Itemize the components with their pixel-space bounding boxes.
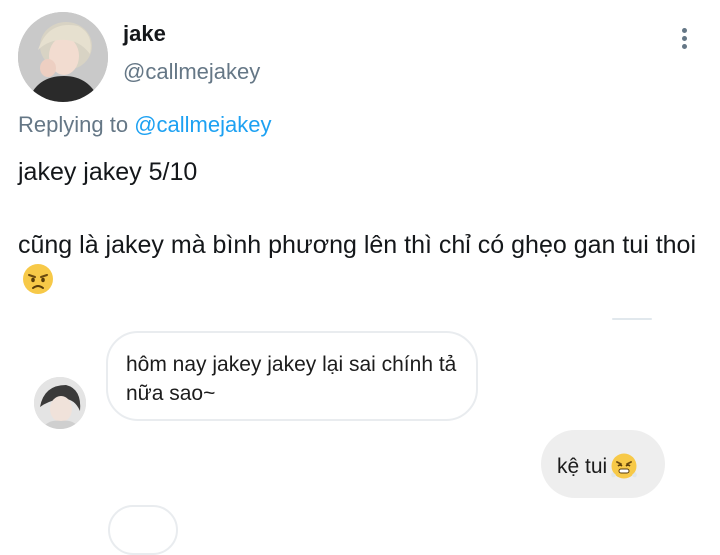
chat-avatar[interactable] xyxy=(34,377,86,429)
profile-avatar-image xyxy=(18,12,108,102)
annoyed-face-emoji-icon xyxy=(23,264,53,294)
outgoing-message-text: kệ tui xyxy=(557,455,608,478)
more-vertical-icon[interactable] xyxy=(672,28,696,58)
outgoing-message: kệ tui xyxy=(557,452,638,480)
tweet-text: jakey jakey 5/10 cũng là jakey mà bình p… xyxy=(18,155,708,299)
next-message-bubble[interactable] xyxy=(108,505,178,555)
profile-avatar[interactable] xyxy=(18,12,108,102)
divider xyxy=(612,318,652,320)
tweet-line-2: cũng là jakey mà bình phương lên thì chỉ… xyxy=(18,228,708,299)
user-handle[interactable]: @callmejakey xyxy=(123,59,260,85)
tweet-line-2-text: cũng là jakey mà bình phương lên thì chỉ… xyxy=(18,231,697,259)
reply-target-link[interactable]: @callmejakey xyxy=(134,112,271,137)
replying-to: Replying to @callmejakey xyxy=(18,112,271,138)
chat-avatar-image xyxy=(34,377,86,429)
display-name[interactable]: jake xyxy=(123,21,166,47)
replying-to-label: Replying to xyxy=(18,112,135,137)
tweet-line-1: jakey jakey 5/10 xyxy=(18,158,198,186)
outgoing-message-bubble[interactable]: kệ tui xyxy=(541,430,665,498)
face-with-steam-emoji-icon xyxy=(611,453,638,479)
incoming-message-text: hôm nay jakey jakey lại sai chính tả nữa… xyxy=(126,353,457,405)
incoming-message-bubble[interactable]: hôm nay jakey jakey lại sai chính tả nữa… xyxy=(106,331,478,421)
